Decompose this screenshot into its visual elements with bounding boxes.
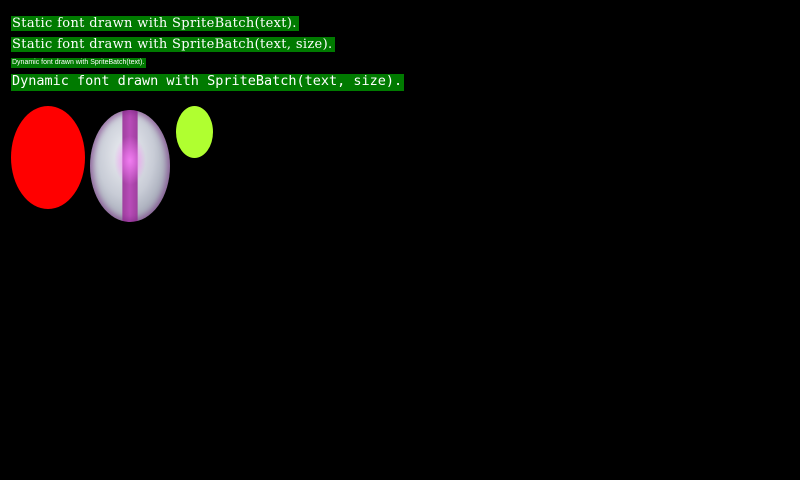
striped-ball-sprite [90,110,170,222]
red-ellipse-sprite [11,106,85,209]
static-font-text-size-label: Static font drawn with SpriteBatch(text,… [11,37,335,52]
lime-ellipse-sprite [176,106,213,158]
dynamic-font-text-label: Dynamic font drawn with SpriteBatch(text… [11,58,147,68]
dynamic-font-text-size-label: Dynamic font drawn with SpriteBatch(text… [11,73,405,91]
static-font-text-label: Static font drawn with SpriteBatch(text)… [11,16,299,31]
